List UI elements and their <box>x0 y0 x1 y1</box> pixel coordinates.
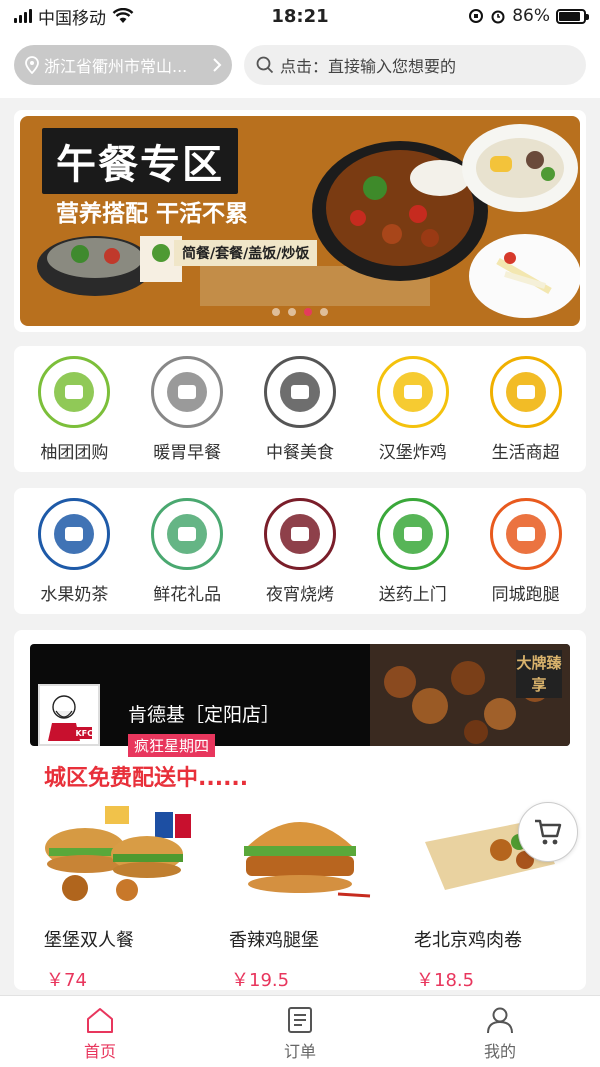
store-card[interactable]: KFC 肯德基［定阳店］ 大牌臻享 疯狂星期四 城区免费配送中...... 堡堡… <box>14 630 586 990</box>
category-item[interactable]: 生活商超 <box>471 355 581 463</box>
carousel-dot[interactable] <box>304 308 312 316</box>
kfc-logo-text: KFC <box>75 729 93 738</box>
tab-profile-label: 我的 <box>483 1042 516 1061</box>
category-label: 同城跑腿 <box>491 584 560 605</box>
rotation-lock-icon <box>469 9 484 23</box>
carousel-indicator <box>20 308 580 316</box>
chevron-right-icon <box>213 58 222 72</box>
carousel-dot[interactable] <box>320 308 328 316</box>
wifi-icon <box>112 8 134 23</box>
category-item[interactable]: 柚团团购 <box>19 355 129 463</box>
burger-icon <box>376 355 449 428</box>
category-label: 中餐美食 <box>265 442 334 463</box>
tab-home[interactable]: 首页 <box>0 996 200 1067</box>
product-list: 堡堡双人餐 ￥74 香辣鸡腿堡 ￥19.5 老北京鸡肉卷 ￥18.5 <box>30 802 570 990</box>
shopping-cart-icon <box>535 819 562 845</box>
flower-icon <box>151 497 224 570</box>
location-text: 浙江省衢州市常山... <box>44 57 188 76</box>
search-placeholder: 点击：直接输入您想要的 <box>280 57 457 76</box>
status-bar: 中国移动 18:21 86% <box>0 0 600 32</box>
promo-banner[interactable]: 午餐专区 营养搭配 干活不累 简餐/套餐/盖饭/炒饭 <box>20 116 580 326</box>
category-label: 汉堡炸鸡 <box>378 442 447 463</box>
breakfast-icon <box>151 355 224 428</box>
tab-orders[interactable]: 订单 <box>200 996 400 1067</box>
category-item[interactable]: 同城跑腿 <box>471 497 581 605</box>
store-badge: 大牌臻享 <box>516 650 562 698</box>
category-item[interactable]: 夜宵烧烤 <box>245 497 355 605</box>
location-selector[interactable]: 浙江省衢州市常山... <box>14 45 232 85</box>
carrier-label: 中国移动 <box>38 8 106 29</box>
promo-tag: 疯狂星期四 <box>128 734 216 757</box>
carousel-dot[interactable] <box>288 308 296 316</box>
order-icon <box>288 1007 312 1033</box>
category-label: 生活商超 <box>491 442 560 463</box>
category-label: 水果奶茶 <box>40 584 109 605</box>
cart-icon <box>489 355 562 428</box>
category-label: 柚团团购 <box>40 442 109 463</box>
category-label: 夜宵烧烤 <box>265 584 334 605</box>
category-item[interactable]: 鲜花礼品 <box>132 497 242 605</box>
product-item[interactable]: 堡堡双人餐 ￥74 <box>30 802 200 990</box>
milk-tea-icon <box>38 497 111 570</box>
category-label: 暖胃早餐 <box>153 442 222 463</box>
product-price: ￥19.5 <box>231 970 290 990</box>
category-item[interactable]: 送药上门 <box>358 497 468 605</box>
tab-orders-label: 订单 <box>283 1042 316 1061</box>
category-item[interactable]: 中餐美食 <box>245 355 355 463</box>
product-name: 堡堡双人餐 <box>44 930 134 951</box>
alarm-icon <box>491 10 505 24</box>
location-pin-icon <box>25 56 39 74</box>
banner-tag: 简餐/套餐/盖饭/炒饭 <box>174 240 318 266</box>
search-input[interactable]: 点击：直接输入您想要的 <box>244 45 586 85</box>
banner-subtitle: 营养搭配 干活不累 <box>56 201 249 227</box>
kfc-logo: KFC <box>38 684 100 746</box>
home-icon <box>87 1008 113 1033</box>
category-label: 送药上门 <box>378 584 447 605</box>
signal-icon <box>14 9 32 23</box>
category-row-1: 柚团团购 暖胃早餐 中餐美食 汉堡炸鸡 生活商超 <box>14 346 586 472</box>
store-header[interactable]: KFC 肯德基［定阳店］ 大牌臻享 <box>30 644 570 746</box>
category-item[interactable]: 暖胃早餐 <box>132 355 242 463</box>
product-price: ￥74 <box>46 970 87 990</box>
store-header-food-image <box>370 644 570 746</box>
cart-button[interactable] <box>518 802 578 862</box>
category-row-2: 水果奶茶 鲜花礼品 夜宵烧烤 送药上门 同城跑腿 <box>14 488 586 614</box>
chinese-food-icon <box>263 355 336 428</box>
header: 浙江省衢州市常山... 点击：直接输入您想要的 <box>0 32 600 98</box>
banner-title: 午餐专区 <box>42 128 238 194</box>
tab-profile[interactable]: 我的 <box>400 996 600 1067</box>
clock: 18:21 <box>271 5 329 27</box>
bottom-tab-bar: 首页 订单 我的 <box>0 995 600 1067</box>
category-item[interactable]: 汉堡炸鸡 <box>358 355 468 463</box>
category-item[interactable]: 水果奶茶 <box>19 497 129 605</box>
profile-icon <box>487 1007 513 1034</box>
runner-icon <box>489 497 562 570</box>
product-name: 香辣鸡腿堡 <box>229 930 319 951</box>
bbq-icon <box>263 497 336 570</box>
product-image-burger <box>220 802 380 902</box>
search-icon <box>256 56 274 74</box>
battery-icon <box>556 8 589 24</box>
battery-percent: 86% <box>512 6 550 26</box>
banner-card: 午餐专区 营养搭配 干活不累 简餐/套餐/盖饭/炒饭 <box>14 110 586 332</box>
category-label: 鲜花礼品 <box>153 584 222 605</box>
carousel-dot[interactable] <box>272 308 280 316</box>
product-image-combo <box>35 802 195 902</box>
medicine-icon <box>376 497 449 570</box>
tab-home-label: 首页 <box>83 1042 116 1061</box>
product-price: ￥18.5 <box>416 970 475 990</box>
basket-icon <box>38 355 111 428</box>
product-item[interactable]: 香辣鸡腿堡 ￥19.5 <box>215 802 385 990</box>
promo-text: 城区免费配送中...... <box>44 766 249 791</box>
product-name: 老北京鸡肉卷 <box>414 930 522 951</box>
store-name: 肯德基［定阳店］ <box>128 704 281 726</box>
